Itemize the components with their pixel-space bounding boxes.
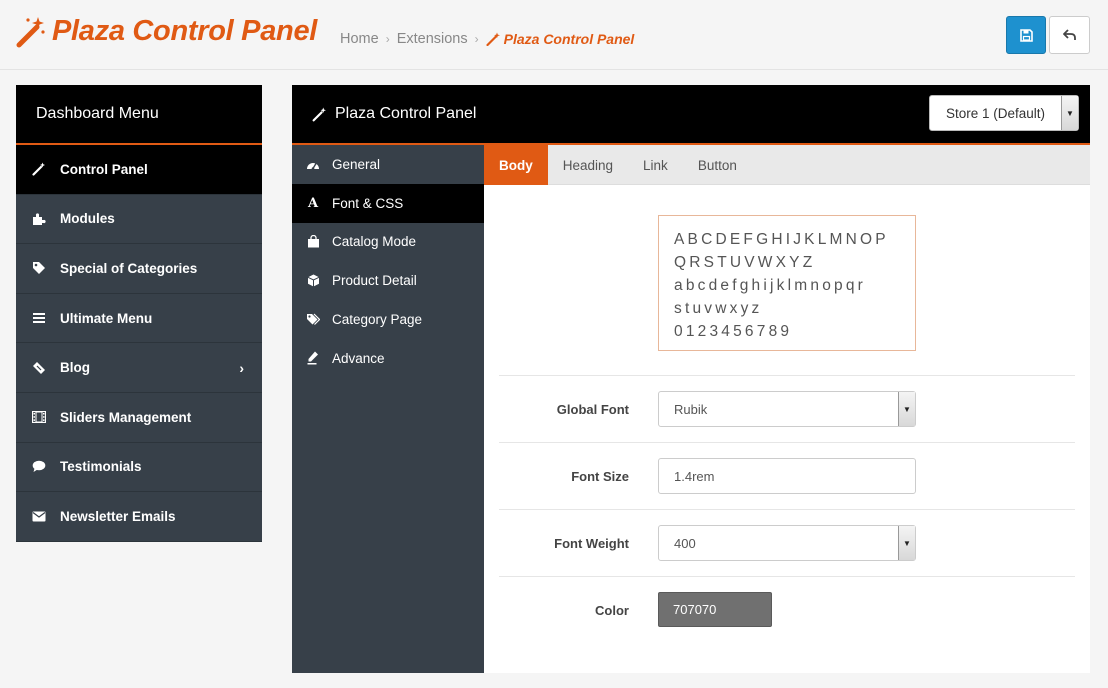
store-select-value: Store 1 (Default) (946, 105, 1046, 121)
dashboard-item-sliders-management[interactable]: Sliders Management (16, 392, 262, 443)
global-font-value: Rubik (674, 401, 708, 417)
global-font-label: Global Font (556, 402, 629, 417)
subnav-item-catalog-mode[interactable]: Catalog Mode (292, 223, 484, 262)
breadcrumb-home[interactable]: Home (340, 31, 379, 47)
dashboard-icon (306, 159, 320, 170)
tag-icon (32, 261, 46, 275)
magic-wand-icon (32, 162, 46, 176)
dashboard-item-special-of-categories[interactable]: Special of Categories (16, 244, 262, 294)
breadcrumb-separator: › (385, 32, 390, 46)
color-value: 707070 (673, 602, 717, 617)
tab-body[interactable]: Body (484, 145, 548, 185)
form-row-color: Color 707070 (499, 576, 1075, 643)
film-icon (32, 410, 46, 424)
font-weight-select[interactable]: 400 ▼ (658, 525, 916, 561)
font-size-value: 1.4rem (674, 468, 715, 484)
font-preview: ABCDEFGHIJKLMNOP QRSTUVWXYZ abcdefghijkl… (658, 215, 916, 351)
settings-content: Body Heading Link Button ABCDEFGHIJKLMNO… (484, 145, 1090, 673)
color-picker-input[interactable]: 707070 (658, 592, 772, 627)
store-select[interactable]: Store 1 (Default) ▼ (929, 95, 1079, 131)
form-row-global-font: Global Font Rubik ▼ (499, 375, 1075, 442)
magic-wand-icon (312, 107, 327, 122)
breadcrumb: Home › Extensions › Plaza Control Panel (340, 31, 634, 47)
subnav-item-product-detail[interactable]: Product Detail (292, 261, 484, 300)
dashboard-item-blog[interactable]: Blog › (16, 343, 262, 393)
preview-line: QRSTUVWXYZ (674, 254, 816, 271)
dropdown-arrow-icon: ▼ (1061, 96, 1078, 130)
comment-icon (32, 460, 46, 474)
ticket-icon (32, 361, 46, 375)
control-panel: Plaza Control Panel Store 1 (Default) ▼ … (292, 85, 1090, 673)
font-weight-value: 400 (674, 535, 696, 551)
dashboard-item-label: Testimonials (60, 459, 142, 475)
subnav-item-label: Advance (332, 350, 385, 366)
panel-title: Plaza Control Panel (335, 105, 477, 122)
settings-subnav: General A Font & CSS Catalog Mode Produc… (292, 145, 484, 673)
preview-line: 0123456789 (674, 323, 793, 340)
puzzle-icon (32, 212, 46, 226)
dashboard-item-label: Newsletter Emails (60, 508, 176, 524)
dropdown-arrow-icon: ▼ (898, 526, 915, 560)
subnav-item-label: General (332, 156, 381, 172)
bars-icon (32, 311, 46, 325)
preview-line: ABCDEFGHIJKLMNOP (674, 231, 889, 248)
subnav-item-label: Product Detail (332, 273, 417, 289)
font-tabs: Body Heading Link Button (484, 145, 1090, 185)
brand: Plaza Control Panel (16, 14, 317, 48)
form-row-font-size: Font Size 1.4rem (499, 442, 1075, 509)
breadcrumb-current-label: Plaza Control Panel (503, 31, 635, 47)
font-weight-label: Font Weight (554, 536, 629, 551)
magic-wand-icon (16, 14, 46, 48)
reply-arrow-icon (1062, 29, 1076, 40)
dashboard-item-modules[interactable]: Modules (16, 194, 262, 245)
dashboard-item-newsletter-emails[interactable]: Newsletter Emails (16, 492, 262, 542)
font-size-label: Font Size (571, 469, 629, 484)
floppy-disk-icon (1019, 28, 1033, 42)
subnav-item-label: Font & CSS (332, 195, 404, 211)
preview-line: abcdefghijklmnopqr (674, 277, 867, 294)
dashboard-item-label: Sliders Management (60, 409, 192, 425)
dashboard-item-label: Ultimate Menu (60, 310, 153, 326)
dashboard-menu: Dashboard Menu Control Panel Modules Spe… (16, 85, 262, 542)
form-row-font-weight: Font Weight 400 ▼ (499, 509, 1075, 576)
preview-line: stuvwxyz (674, 300, 763, 317)
save-button[interactable] (1006, 16, 1046, 54)
envelope-icon (32, 509, 46, 523)
chevron-right-icon: › (239, 359, 244, 376)
subnav-item-label: Catalog Mode (332, 234, 417, 250)
subnav-item-label: Category Page (332, 312, 423, 328)
subnav-item-general[interactable]: General (292, 145, 484, 184)
dropdown-arrow-icon: ▼ (898, 392, 915, 426)
tags-icon (306, 313, 320, 326)
top-bar: Plaza Control Panel Home › Extensions › … (0, 0, 1108, 70)
dashboard-item-label: Blog (60, 360, 90, 376)
dashboard-item-control-panel[interactable]: Control Panel (16, 145, 262, 195)
eyedropper-icon (306, 351, 320, 365)
dashboard-menu-title: Dashboard Menu (16, 85, 262, 145)
color-label: Color (595, 603, 629, 618)
font-size-input[interactable]: 1.4rem (658, 458, 916, 494)
back-button[interactable] (1049, 16, 1090, 54)
cube-icon (306, 274, 320, 287)
dashboard-item-ultimate-menu[interactable]: Ultimate Menu (16, 293, 262, 344)
dashboard-item-label: Special of Categories (60, 260, 198, 276)
breadcrumb-current[interactable]: Plaza Control Panel (486, 31, 635, 47)
breadcrumb-separator: › (474, 32, 479, 46)
dashboard-item-label: Control Panel (60, 161, 148, 177)
magic-wand-icon (486, 32, 500, 46)
subnav-item-font-css[interactable]: A Font & CSS (292, 183, 484, 223)
dashboard-item-testimonials[interactable]: Testimonials (16, 442, 262, 493)
subnav-item-advance[interactable]: Advance (292, 339, 484, 378)
tab-heading[interactable]: Heading (548, 145, 628, 185)
global-font-select[interactable]: Rubik ▼ (658, 391, 916, 427)
shopping-bag-icon (306, 235, 320, 248)
font-icon: A (307, 195, 319, 211)
subnav-item-category-page[interactable]: Category Page (292, 300, 484, 339)
page-title: Plaza Control Panel (52, 14, 318, 47)
breadcrumb-extensions[interactable]: Extensions (397, 31, 468, 47)
tab-link[interactable]: Link (628, 145, 683, 185)
panel-header: Plaza Control Panel Store 1 (Default) ▼ (292, 85, 1090, 145)
dashboard-item-label: Modules (60, 211, 115, 227)
tab-button[interactable]: Button (683, 145, 752, 185)
